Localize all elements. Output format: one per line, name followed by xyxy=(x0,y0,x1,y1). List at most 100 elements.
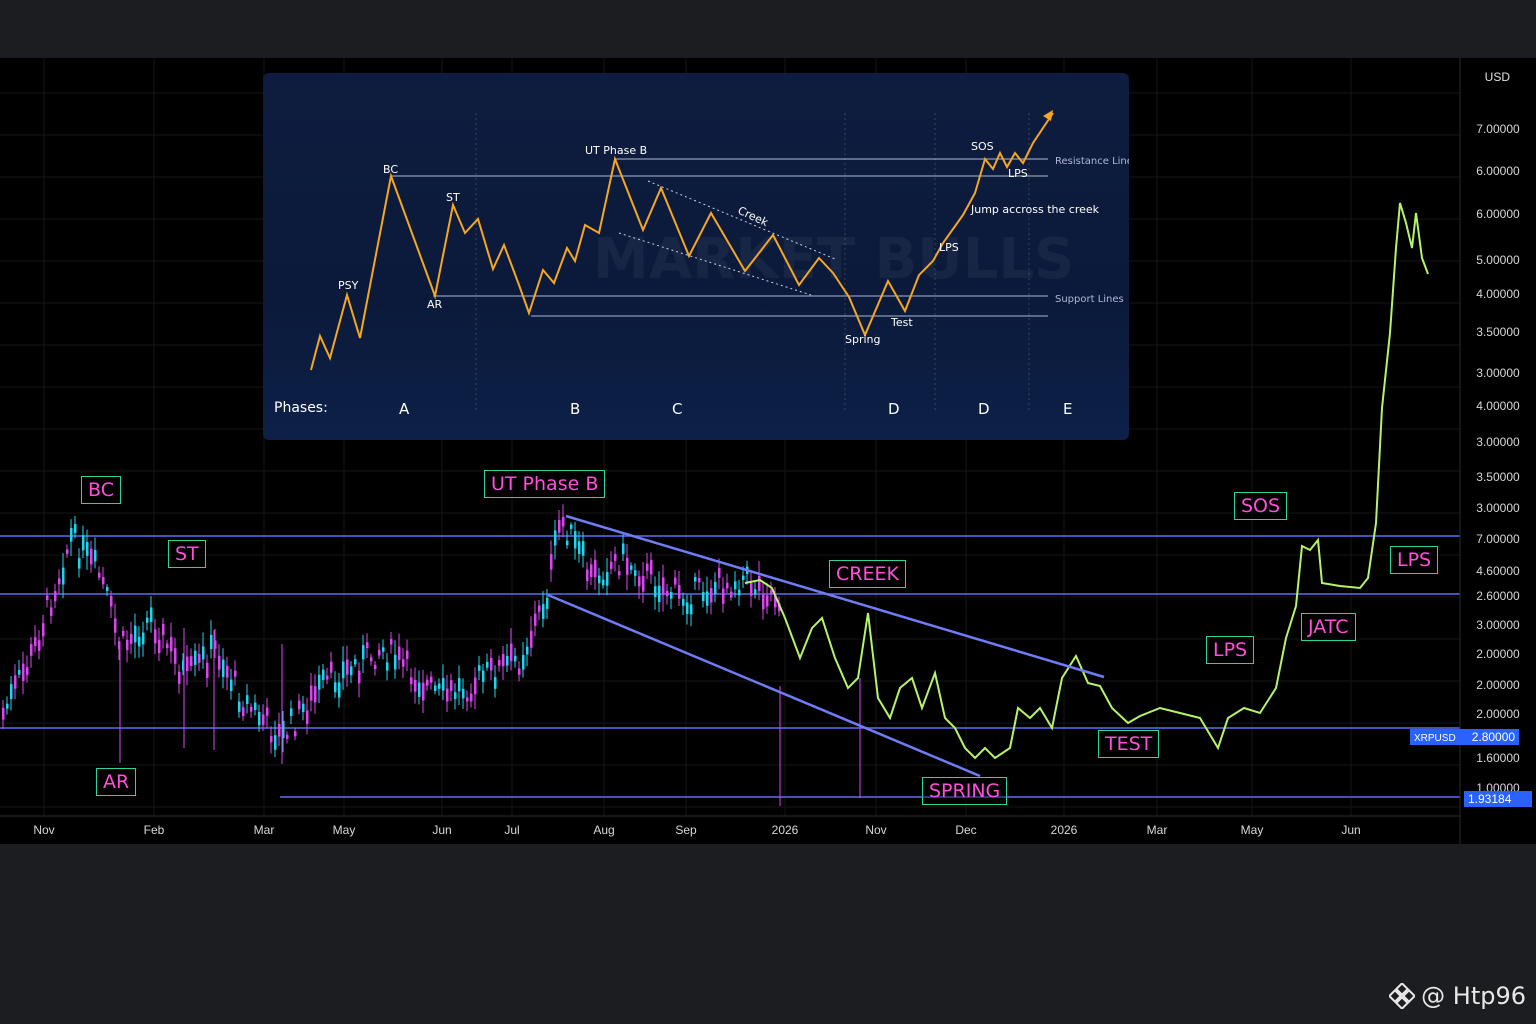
x-tick-label: Nov xyxy=(865,823,886,837)
candle-body xyxy=(670,592,673,599)
candle-body xyxy=(466,697,469,702)
candle-body xyxy=(302,703,305,713)
candle-body xyxy=(114,618,117,633)
candle-body xyxy=(122,631,125,636)
candle-body xyxy=(438,683,441,689)
inset-label-ar: AR xyxy=(427,298,443,311)
candle-body xyxy=(202,646,205,660)
candle-body xyxy=(662,577,665,596)
candle-body xyxy=(586,569,589,582)
x-tick-label: May xyxy=(1241,823,1264,837)
candle-body xyxy=(346,659,349,675)
price-tag-low: 1.93184 xyxy=(1464,791,1532,807)
candle-body xyxy=(478,665,481,671)
candle-body xyxy=(454,692,457,700)
x-tick-label: Aug xyxy=(593,823,614,837)
inset-support-label: Support Lines xyxy=(1055,294,1124,305)
candle-body xyxy=(686,602,689,615)
candle-body xyxy=(554,530,557,546)
candle-body xyxy=(366,642,369,649)
candle-body xyxy=(486,661,489,668)
candle-body xyxy=(718,567,721,578)
author-watermark: @ Htp96 xyxy=(1389,982,1526,1010)
candle-body xyxy=(62,567,65,585)
label-test: TEST xyxy=(1098,730,1160,758)
inset-label-ut-phase-b: UT Phase B xyxy=(585,144,647,157)
candle-body xyxy=(430,676,433,683)
candle-body xyxy=(6,703,9,709)
candle-body xyxy=(474,677,477,695)
inset-label-spring: Spring xyxy=(845,333,881,346)
x-tick-label: Nov xyxy=(33,823,54,837)
x-tick-label: Sep xyxy=(675,823,697,837)
chart-area[interactable]: 7.00000 6.00000 6.00000 5.00000 4.00000 3.500… xyxy=(0,58,1536,844)
candle-body xyxy=(14,675,17,689)
candle-body xyxy=(374,664,377,670)
x-tick-label: Jun xyxy=(432,823,451,837)
candle-body xyxy=(562,516,565,527)
candle-body xyxy=(266,707,269,716)
candle-body xyxy=(146,617,149,623)
candle-body xyxy=(278,723,281,737)
x-tick-label: Mar xyxy=(254,823,275,837)
price-tag-value: 2.80000 xyxy=(1471,730,1516,744)
candle-body xyxy=(174,648,177,664)
candle-body xyxy=(690,604,693,615)
candle-body xyxy=(598,575,601,584)
candle-body xyxy=(150,607,153,622)
candle-body xyxy=(458,678,461,692)
y-tick-label: 4.60000 xyxy=(1476,564,1520,578)
candles xyxy=(2,504,861,806)
candle-body xyxy=(222,659,225,677)
candle-body xyxy=(234,670,237,677)
candle-body xyxy=(318,674,321,690)
candle-body xyxy=(322,669,325,680)
candle-body xyxy=(490,657,493,671)
y-tick-label: 2.00000 xyxy=(1476,707,1520,721)
candle-body xyxy=(86,542,89,556)
phase-d-2: D xyxy=(978,400,990,418)
candle-body xyxy=(54,590,57,602)
candle-body xyxy=(358,670,361,684)
candle-body xyxy=(582,541,585,556)
candle-body xyxy=(314,686,317,703)
candle-body xyxy=(694,577,697,582)
y-tick-label: 4.00000 xyxy=(1476,287,1520,301)
candle-body xyxy=(206,662,209,678)
candle-body xyxy=(770,590,773,595)
candle-body xyxy=(246,695,249,704)
candle-body xyxy=(702,592,705,601)
y-tick-label: 3.50000 xyxy=(1476,470,1520,484)
candle-body xyxy=(426,679,429,686)
x-axis: Nov Feb Mar May Jun Jul Aug Sep 2026 Nov Dec 2026 Ma… xyxy=(0,815,1460,837)
candle-body xyxy=(406,650,409,659)
candle-body xyxy=(642,576,645,592)
candle-body xyxy=(166,643,169,649)
candle-body xyxy=(342,661,345,679)
inset-resistance-label: Resistance Lines xyxy=(1055,156,1129,167)
candle-body xyxy=(446,688,449,702)
candle-body xyxy=(310,685,313,701)
price-tag-current: XRPUSD 2.80000 xyxy=(1410,729,1520,745)
phases-title: Phases: xyxy=(274,400,328,416)
candle-body xyxy=(766,595,769,607)
candle-body xyxy=(66,549,69,554)
price-tag-value: 1.93184 xyxy=(1468,792,1512,806)
binance-icon xyxy=(1389,983,1416,1009)
candle-body xyxy=(98,572,101,578)
inset-label-test: Test xyxy=(890,316,913,329)
x-tick-label: Feb xyxy=(144,823,165,837)
candle-body xyxy=(450,680,453,691)
candle-body xyxy=(134,625,137,643)
x-tick-label: Jun xyxy=(1341,823,1360,837)
candle-body xyxy=(434,685,437,691)
candle-body xyxy=(422,682,425,701)
candle-body xyxy=(410,677,413,685)
candle-body xyxy=(34,637,37,647)
candle-body xyxy=(226,665,229,678)
phase-b: B xyxy=(570,400,581,418)
candle-body xyxy=(382,647,385,652)
y-tick-label: 7.00000 xyxy=(1476,532,1520,546)
candle-body xyxy=(106,586,109,591)
candle-body xyxy=(210,634,213,650)
